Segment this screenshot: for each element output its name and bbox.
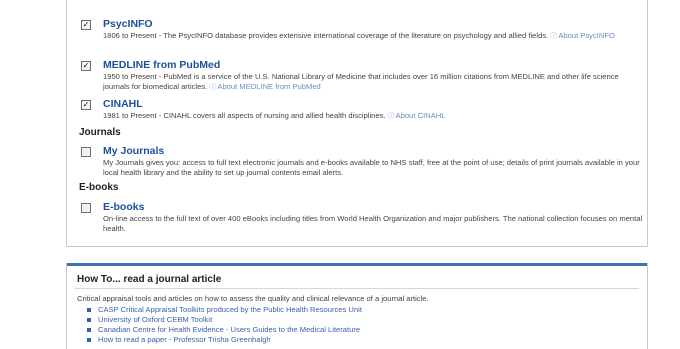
my-journals-checkbox[interactable] — [81, 147, 91, 157]
databases-panel: ✓ PsycINFO 1806 to Present - The PsycINF… — [66, 0, 648, 247]
cinahl-description-text: 1981 to Present - CINAHL covers all aspe… — [103, 111, 386, 120]
about-cinahl-link[interactable]: ⓘAbout CINAHL — [388, 111, 446, 120]
howto-link-label: University of Oxford CEBM Toolkit — [98, 315, 213, 324]
info-icon: ⓘ — [387, 113, 395, 120]
ebooks-heading: E-books — [79, 182, 119, 193]
howto-accent-bar — [67, 263, 647, 266]
cinahl-description: 1981 to Present - CINAHL covers all aspe… — [103, 111, 643, 122]
journals-heading: Journals — [79, 127, 121, 138]
howto-divider — [75, 288, 639, 289]
ebooks-description: On-line access to the full text of over … — [103, 214, 643, 233]
howto-link-item[interactable]: How to read a paper - Professor Trisha G… — [77, 335, 362, 345]
howto-panel: How To... read a journal article Critica… — [66, 263, 648, 349]
about-psycinfo-label: About PsycINFO — [558, 31, 615, 40]
psycinfo-title-link[interactable]: PsycINFO — [103, 18, 153, 30]
about-psycinfo-link[interactable]: ⓘAbout PsycINFO — [550, 31, 615, 40]
howto-link-item[interactable]: CASP Critical Appraisal Toolkits produce… — [77, 305, 362, 315]
howto-link-label: CASP Critical Appraisal Toolkits produce… — [98, 305, 362, 314]
medline-description: 1950 to Present - PubMed is a service of… — [103, 72, 643, 92]
about-medline-link[interactable]: ⓘAbout MEDLINE from PubMed — [209, 82, 320, 91]
bullet-icon — [87, 307, 91, 312]
about-cinahl-label: About CINAHL — [395, 111, 446, 120]
medline-checkbox[interactable]: ✓ — [81, 61, 91, 71]
ebooks-title-link[interactable]: E-books — [103, 201, 144, 213]
medline-description-text: 1950 to Present - PubMed is a service of… — [103, 72, 619, 91]
cinahl-checkbox[interactable]: ✓ — [81, 100, 91, 110]
info-icon: ⓘ — [550, 33, 558, 40]
howto-link-item[interactable]: University of Oxford CEBM Toolkit — [77, 315, 362, 325]
psycinfo-description-text: 1806 to Present - The PsycINFO database … — [103, 31, 549, 40]
cinahl-title-link[interactable]: CINAHL — [103, 98, 143, 110]
bullet-icon — [87, 317, 91, 322]
psycinfo-checkbox[interactable]: ✓ — [81, 20, 91, 30]
bullet-icon — [87, 337, 91, 342]
about-medline-label: About MEDLINE from PubMed — [217, 81, 321, 91]
medline-title-link[interactable]: MEDLINE from PubMed — [103, 59, 220, 71]
howto-link-label: Canadian Centre for Health Evidence - Us… — [98, 325, 361, 334]
howto-intro: Critical appraisal tools and articles on… — [77, 294, 429, 303]
info-icon: ⓘ — [209, 83, 217, 91]
psycinfo-description: 1806 to Present - The PsycINFO database … — [103, 31, 643, 42]
howto-heading: How To... read a journal article — [77, 274, 222, 285]
my-journals-description: My Journals gives you: access to full te… — [103, 158, 640, 177]
ebooks-checkbox[interactable] — [81, 203, 91, 213]
bullet-icon — [87, 327, 91, 332]
howto-link-label: How to read a paper - Professor Trisha G… — [98, 335, 271, 344]
howto-link-item[interactable]: Canadian Centre for Health Evidence - Us… — [77, 325, 362, 335]
my-journals-title-link[interactable]: My Journals — [103, 145, 164, 157]
howto-link-list: CASP Critical Appraisal Toolkits produce… — [77, 305, 362, 345]
